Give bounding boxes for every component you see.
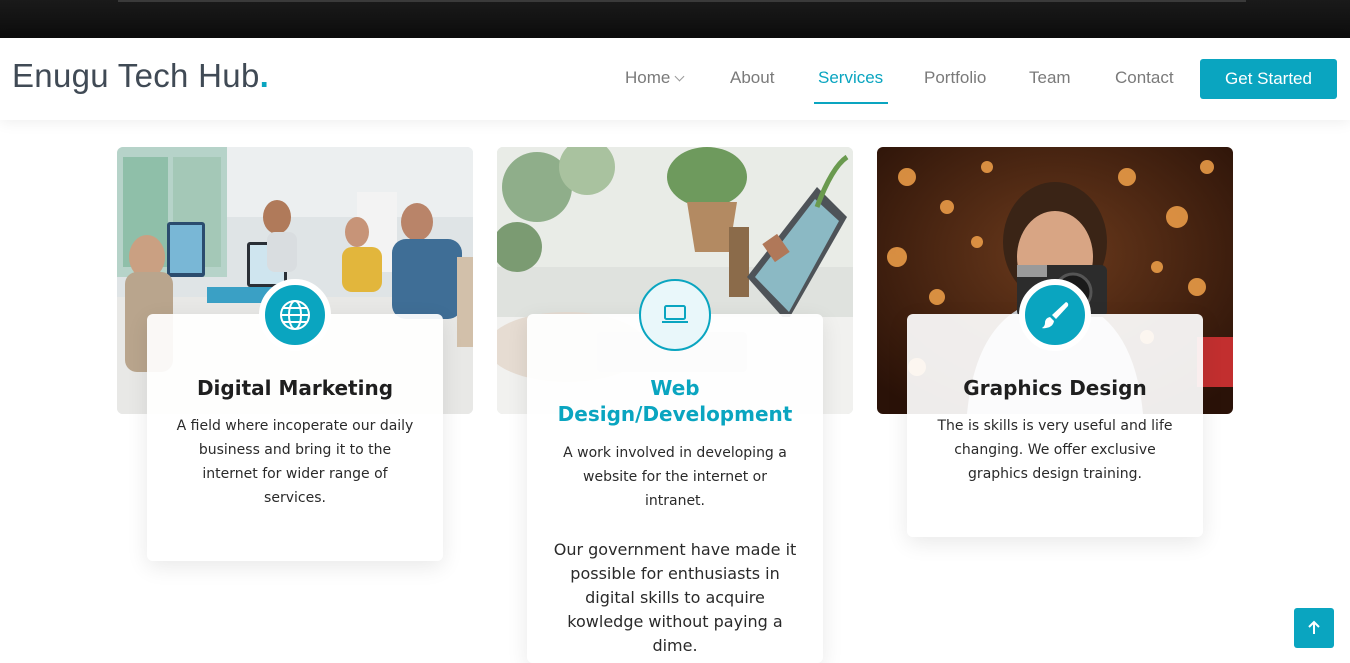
nav-portfolio[interactable]: Portfolio (924, 66, 986, 90)
logo-text: Enugu Tech Hub (12, 57, 260, 94)
service-description: A work involved in developing a website … (563, 445, 787, 509)
nav-active-indicator (814, 102, 888, 104)
service-extra-text: Our government have made it possible for… (553, 540, 797, 655)
get-started-button[interactable]: Get Started (1200, 59, 1337, 99)
nav-home-label: Home (625, 68, 671, 87)
top-bar (0, 0, 1350, 38)
laptop-icon (639, 279, 711, 351)
nav-team[interactable]: Team (1029, 66, 1071, 90)
service-title: Digital Marketing (196, 376, 394, 400)
site-logo[interactable]: Enugu Tech Hub. (12, 54, 269, 98)
service-card-digital-marketing: Digital Marketing A field where incopera… (147, 314, 443, 561)
back-to-top-button[interactable] (1294, 608, 1334, 648)
nav-about[interactable]: About (730, 66, 774, 90)
brush-icon (1019, 279, 1091, 351)
service-card-web-design: Web Design/Development A work involved i… (527, 314, 823, 663)
chevron-down-icon (674, 71, 685, 82)
service-description: A field where incoperate our daily busin… (176, 418, 414, 506)
nav-services[interactable]: Services (818, 66, 883, 90)
globe-icon (259, 279, 331, 351)
logo-dot: . (259, 57, 270, 94)
nav-home[interactable]: Home (625, 66, 685, 90)
service-description: The is skills is very useful and life ch… (937, 418, 1173, 482)
service-title: Web Design/Development (557, 376, 793, 426)
site-header: Enugu Tech Hub. Home About Services Port… (0, 38, 1350, 120)
arrow-up-icon (1308, 620, 1320, 634)
nav-contact[interactable]: Contact (1115, 66, 1174, 90)
service-title: Graphics Design (963, 376, 1147, 400)
